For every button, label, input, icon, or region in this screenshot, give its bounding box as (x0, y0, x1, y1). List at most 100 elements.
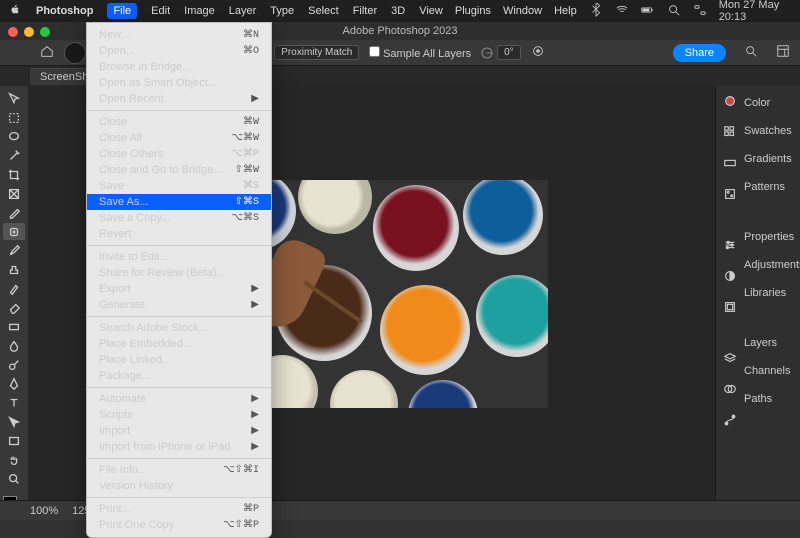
bluetooth-icon[interactable] (589, 3, 603, 20)
dodge-tool[interactable] (3, 356, 25, 373)
healing-brush-tool[interactable] (3, 223, 25, 240)
gradient-tool[interactable] (3, 318, 25, 335)
file-menu-item[interactable]: Place Linked... (87, 352, 271, 368)
eyedropper-tool[interactable] (3, 204, 25, 221)
menu-edit[interactable]: Edit (151, 5, 170, 17)
file-menu-item[interactable]: Save a Copy...⌥⌘S (87, 210, 271, 226)
angle-control[interactable]: 0° (481, 45, 521, 60)
menu-item-label: Print One Copy (99, 519, 174, 531)
swatches-panel-label[interactable]: Swatches (744, 122, 800, 140)
sample-all-layers-checkbox[interactable]: Sample All Layers (369, 46, 471, 60)
file-menu-item[interactable]: Close All⌥⌘W (87, 130, 271, 146)
paths-panel-label[interactable]: Paths (744, 390, 800, 408)
marquee-tool[interactable] (3, 109, 25, 126)
pressure-icon[interactable] (531, 44, 545, 61)
file-menu-item[interactable]: File Info...⌥⇧⌘I (87, 462, 271, 478)
file-menu-item[interactable]: Close⌘W (87, 114, 271, 130)
stamp-tool[interactable] (3, 261, 25, 278)
swatches-panel-icon[interactable] (723, 125, 737, 142)
file-menu-item[interactable]: Place Embedded... (87, 336, 271, 352)
file-menu-item[interactable]: New...⌘N (87, 27, 271, 43)
layers-panel-icon[interactable] (723, 351, 737, 368)
libraries-panel-icon[interactable] (723, 300, 737, 317)
menu-file[interactable]: File (107, 3, 137, 19)
close-window-button[interactable] (8, 27, 18, 37)
brush-tool[interactable] (3, 242, 25, 259)
properties-panel-label[interactable]: Properties (744, 228, 800, 246)
menubar-clock[interactable]: Mon 27 May 20:13 (719, 0, 792, 23)
menu-view[interactable]: View (419, 5, 443, 17)
color-panel-icon[interactable] (723, 94, 737, 111)
file-menu-item[interactable]: Export▶ (87, 281, 271, 297)
gradients-panel-label[interactable]: Gradients (744, 150, 800, 168)
file-menu-item[interactable]: Print One Copy⌥⇧⌘P (87, 517, 271, 533)
menu-image[interactable]: Image (184, 5, 215, 17)
file-menu-item[interactable]: Share for Review (Beta)... (87, 265, 271, 281)
path-tool[interactable] (3, 413, 25, 430)
file-menu-item[interactable]: Save As...⇧⌘S (87, 194, 271, 210)
file-menu-item[interactable]: Scripts▶ (87, 407, 271, 423)
file-menu-item[interactable]: Import from iPhone or iPad▶ (87, 439, 271, 455)
properties-panel-icon[interactable] (723, 238, 737, 255)
file-menu-item[interactable]: Import▶ (87, 423, 271, 439)
channels-panel-icon[interactable] (723, 382, 737, 399)
search-ps-icon[interactable] (744, 44, 758, 61)
share-button[interactable]: Share (673, 44, 726, 62)
channels-panel-label[interactable]: Channels (744, 362, 800, 380)
app-name[interactable]: Photoshop (36, 5, 93, 17)
paths-panel-icon[interactable] (723, 413, 737, 430)
lasso-tool[interactable] (3, 128, 25, 145)
patterns-panel-label[interactable]: Patterns (744, 178, 800, 196)
file-menu-item[interactable]: Open as Smart Object... (87, 75, 271, 91)
zoom-level[interactable]: 100% (30, 505, 58, 517)
file-menu-item[interactable]: Generate▶ (87, 297, 271, 313)
file-menu-item[interactable]: Open Recent▶ (87, 91, 271, 107)
file-menu-item[interactable]: Version History (87, 478, 271, 494)
battery-icon[interactable] (641, 3, 655, 20)
crop-tool[interactable] (3, 166, 25, 183)
type-tool[interactable] (3, 394, 25, 411)
zoom-tool[interactable] (3, 470, 25, 487)
menu-3d[interactable]: 3D (391, 5, 405, 17)
zoom-window-button[interactable] (40, 27, 50, 37)
adjustments-panel-icon[interactable] (723, 269, 737, 286)
brush-preview[interactable] (64, 42, 86, 64)
gradients-panel-icon[interactable] (723, 156, 737, 173)
file-menu-item[interactable]: Automate▶ (87, 391, 271, 407)
menu-layer[interactable]: Layer (229, 5, 257, 17)
eraser-tool[interactable] (3, 299, 25, 316)
menu-filter[interactable]: Filter (353, 5, 377, 17)
history-brush-tool[interactable] (3, 280, 25, 297)
type-select[interactable]: Proximity Match (274, 45, 359, 60)
apple-icon[interactable] (8, 3, 22, 20)
wand-tool[interactable] (3, 147, 25, 164)
file-menu-item[interactable]: Open...⌘O (87, 43, 271, 59)
blur-tool[interactable] (3, 337, 25, 354)
menu-type[interactable]: Type (270, 5, 294, 17)
file-menu-item[interactable]: Browse in Bridge... (87, 59, 271, 75)
adjustments-panel-label[interactable]: Adjustments (744, 256, 800, 274)
search-icon[interactable] (667, 3, 681, 20)
rectangle-tool[interactable] (3, 432, 25, 449)
hand-tool[interactable] (3, 451, 25, 468)
patterns-panel-icon[interactable] (723, 187, 737, 204)
workspace-switcher-icon[interactable] (776, 44, 790, 61)
file-menu-item[interactable]: Invite to Edit... (87, 249, 271, 265)
layers-panel-label[interactable]: Layers (744, 334, 800, 352)
control-center-icon[interactable] (693, 3, 707, 20)
menu-select[interactable]: Select (308, 5, 339, 17)
file-menu-item[interactable]: Search Adobe Stock... (87, 320, 271, 336)
wifi-icon[interactable] (615, 3, 629, 20)
move-tool[interactable] (3, 90, 25, 107)
pen-tool[interactable] (3, 375, 25, 392)
frame-tool[interactable] (3, 185, 25, 202)
minimize-window-button[interactable] (24, 27, 34, 37)
file-menu-item[interactable]: Print...⌘P (87, 501, 271, 517)
menu-help[interactable]: Help (554, 5, 577, 17)
file-menu-item[interactable]: Close and Go to Bridge...⇧⌘W (87, 162, 271, 178)
menu-plugins[interactable]: Plugins (455, 5, 491, 17)
libraries-panel-label[interactable]: Libraries (744, 284, 800, 302)
color-panel-label[interactable]: Color (744, 94, 800, 112)
menu-window[interactable]: Window (503, 5, 542, 17)
home-icon[interactable] (40, 44, 54, 61)
